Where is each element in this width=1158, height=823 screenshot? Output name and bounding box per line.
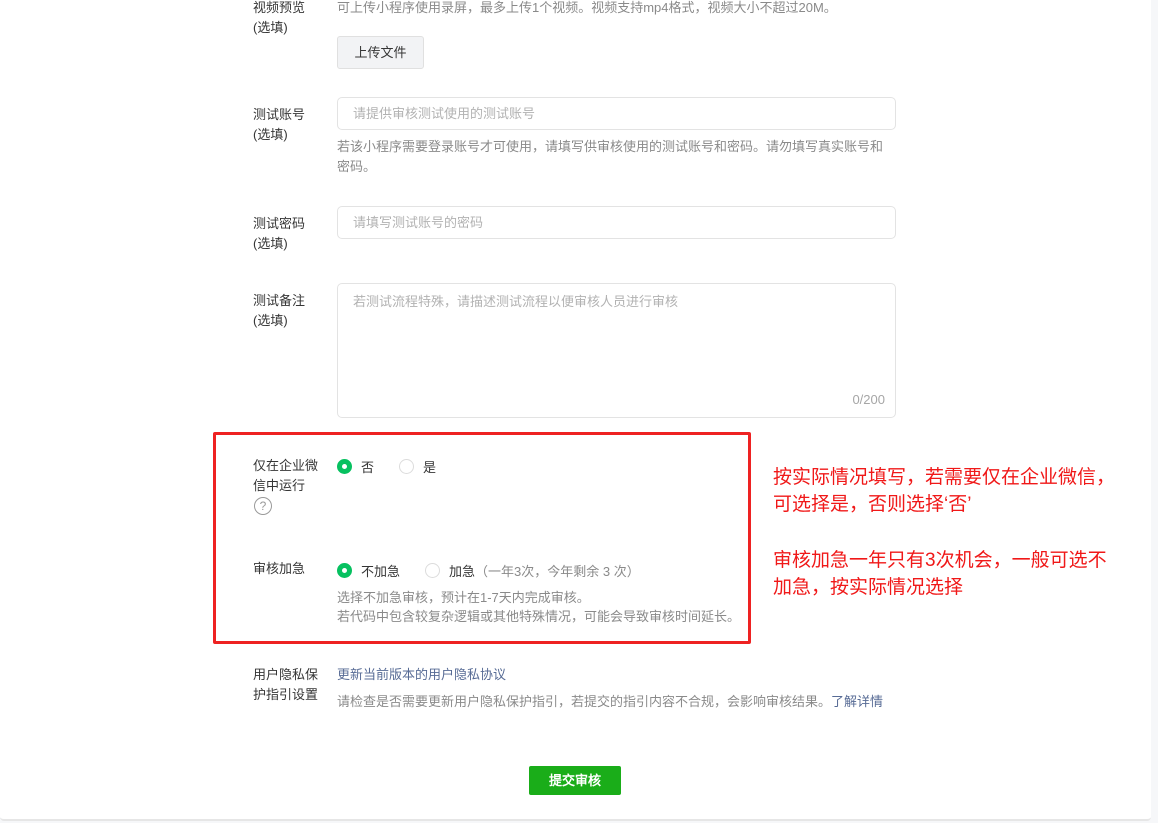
radio-enterprise-yes[interactable]: 是 xyxy=(399,457,436,476)
privacy-label: 用户隐私保 护指引设置 xyxy=(253,665,325,705)
annotation-text: 加急，按实际情况选择 xyxy=(773,577,964,598)
learn-more-link[interactable]: 了解详情 xyxy=(831,694,883,709)
test-notes-textarea[interactable] xyxy=(338,284,895,417)
test-password-label: 测试密码 (选填) xyxy=(253,214,325,254)
urgent-review-tip-1: 选择不加急审核，预计在1-7天内完成审核。 xyxy=(337,590,590,605)
test-password-input[interactable] xyxy=(337,206,896,239)
optional-tag: (选填) xyxy=(253,313,288,328)
help-question-icon[interactable]: ? xyxy=(254,497,272,515)
radio-not-urgent[interactable]: 不加急 xyxy=(337,561,400,580)
privacy-label-line2: 护指引设置 xyxy=(253,687,319,702)
test-account-label: 测试账号 (选填) xyxy=(253,105,325,145)
enterprise-wechat-label: 仅在企业微 信中运行 xyxy=(253,456,325,496)
test-account-tip: 若该小程序需要登录账号才可使用，请填写供审核使用的测试账号和密码。请勿填写真实账… xyxy=(337,139,884,174)
enterprise-wechat-label-line1: 仅在企业微 xyxy=(253,458,319,473)
test-notes-label-text: 测试备注 xyxy=(253,293,306,308)
privacy-tip: 请检查是否需要更新用户隐私保护指引，若提交的指引内容不合规，会影响审核结果。了解… xyxy=(337,692,883,712)
radio-unchecked-icon xyxy=(399,459,414,474)
urgent-quota-text: （一年3次，今年剩余 3 次） xyxy=(475,564,640,579)
enterprise-wechat-label-line2: 信中运行 xyxy=(253,478,306,493)
update-privacy-link[interactable]: 更新当前版本的用户隐私协议 xyxy=(337,665,506,685)
radio-unchecked-icon xyxy=(425,563,440,578)
radio-checked-icon xyxy=(337,459,352,474)
annotation-text: 可选择是，否则选择‘否’ xyxy=(773,494,972,515)
annotation-text: 审核加急一年只有3次机会，一般可选不 xyxy=(773,550,1107,571)
upload-file-button[interactable]: 上传文件 xyxy=(337,36,424,69)
privacy-tip-text: 请检查是否需要更新用户隐私保护指引，若提交的指引内容不合规，会影响审核结果。 xyxy=(337,694,832,709)
test-account-input[interactable] xyxy=(337,97,896,130)
urgent-review-label: 审核加急 xyxy=(253,561,306,576)
radio-checked-icon xyxy=(337,563,352,578)
video-preview-label: 视频预览 (选填) xyxy=(253,0,325,38)
test-account-label-text: 测试账号 xyxy=(253,107,306,122)
submit-review-button[interactable]: 提交审核 xyxy=(529,766,621,795)
video-preview-tip: 可上传小程序使用录屏，最多上传1个视频。视频支持mp4格式，视频大小不超过20M… xyxy=(337,0,837,15)
optional-tag: (选填) xyxy=(253,127,288,142)
annotation-text: 按实际情况填写，若需要仅在企业微信， xyxy=(773,467,1116,488)
radio-urgent[interactable]: 加急 （一年3次，今年剩余 3 次） xyxy=(425,561,640,580)
radio-label: 否 xyxy=(361,460,375,475)
radio-label: 不加急 xyxy=(361,564,401,579)
urgent-review-tip-2: 若代码中包含较复杂逻辑或其他特殊情况，可能会导致审核时间延长。 xyxy=(337,609,741,624)
annotation-note-2: 审核加急一年只有3次机会，一般可选不 加急，按实际情况选择 xyxy=(773,547,1107,601)
annotation-note-1: 按实际情况填写，若需要仅在企业微信， 可选择是，否则选择‘否’ xyxy=(773,464,1115,518)
radio-label: 是 xyxy=(423,460,437,475)
video-preview-label-text: 视频预览 xyxy=(253,0,306,15)
privacy-label-line1: 用户隐私保 xyxy=(253,667,319,682)
radio-enterprise-no[interactable]: 否 xyxy=(337,457,374,476)
test-notes-field: 0/200 xyxy=(337,283,896,418)
test-password-label-text: 测试密码 xyxy=(253,216,306,231)
test-notes-label: 测试备注 (选填) xyxy=(253,291,325,331)
radio-label: 加急 xyxy=(449,564,476,579)
optional-tag: (选填) xyxy=(253,20,288,35)
optional-tag: (选填) xyxy=(253,236,288,251)
char-counter: 0/200 xyxy=(852,392,885,407)
